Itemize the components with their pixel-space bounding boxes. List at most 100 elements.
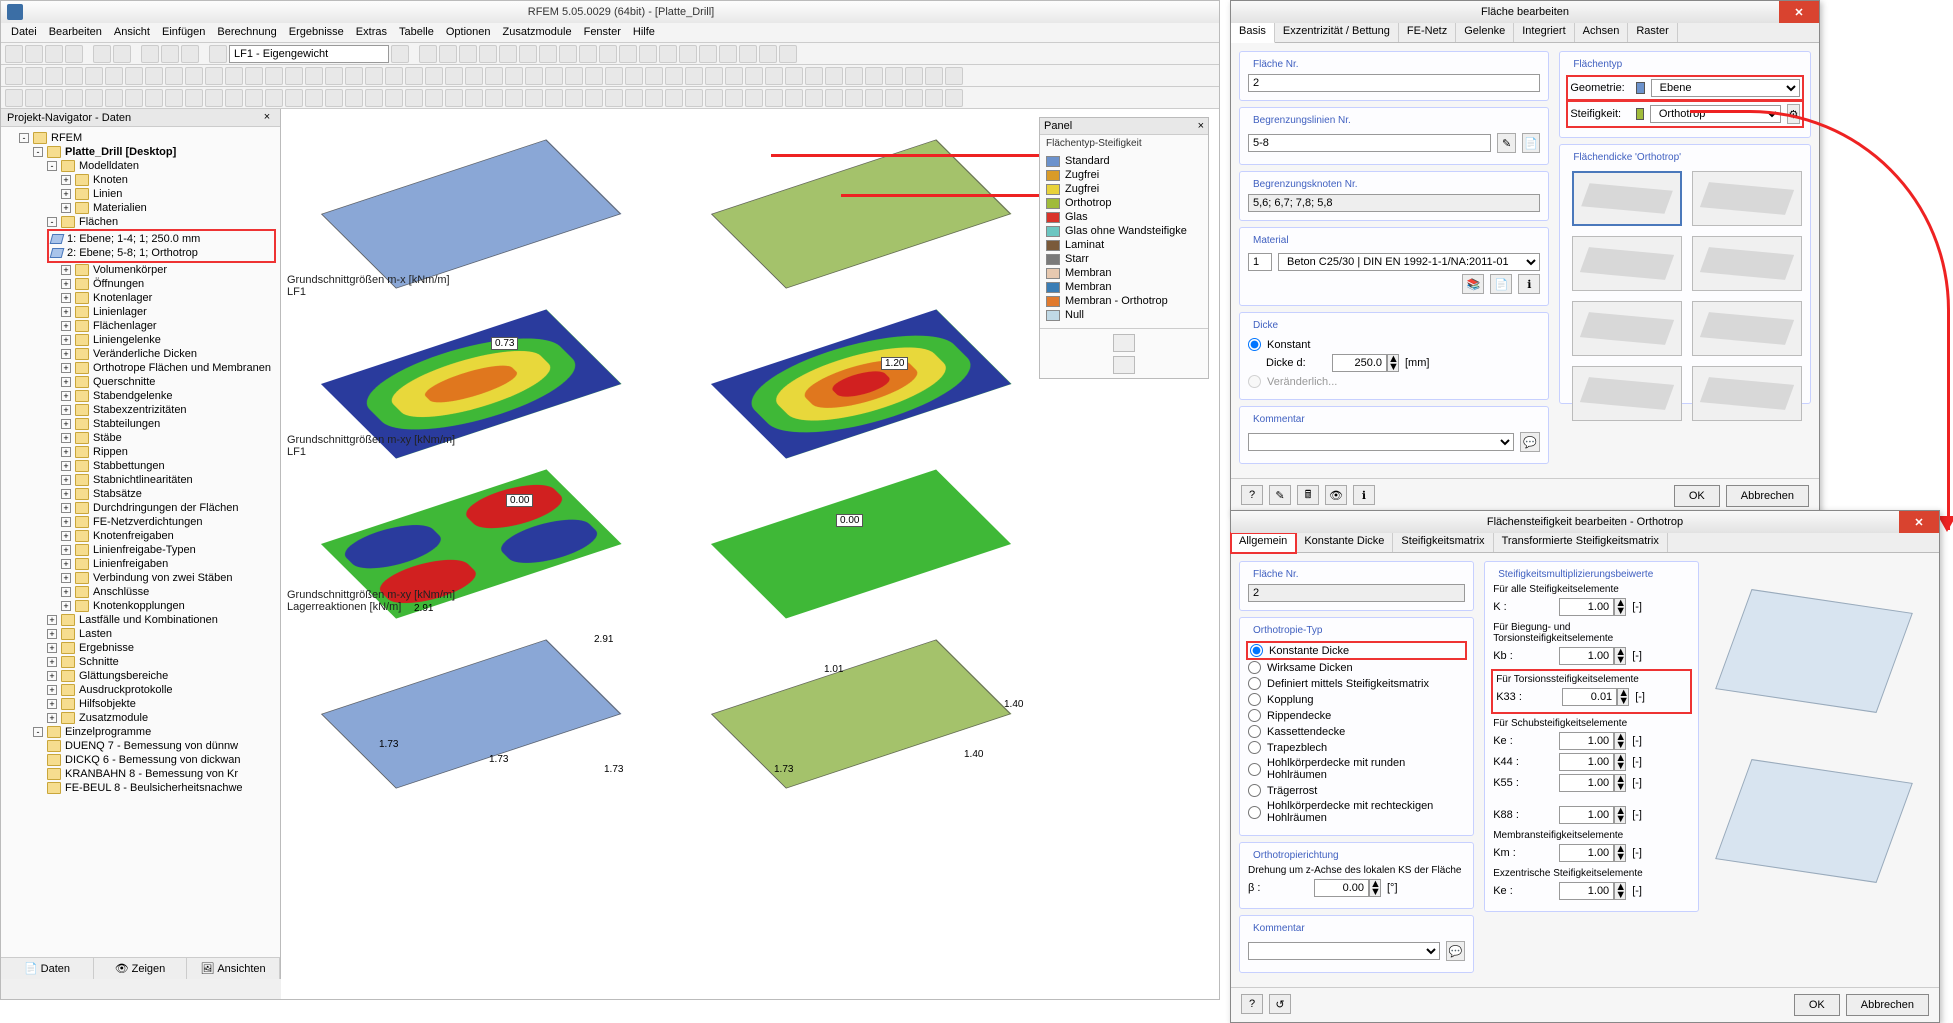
tree-item[interactable]: +Durchdringungen der Flächen (61, 501, 276, 515)
navigator-tree[interactable]: -RFEM -Platte_Drill [Desktop] -Modelldat… (1, 127, 280, 957)
tree-item[interactable]: +Knoten (61, 173, 276, 187)
tb-misc-icon[interactable] (439, 45, 457, 63)
dlg1-close-icon[interactable]: ✕ (1779, 1, 1819, 23)
tree-item[interactable]: FE-BEUL 8 - Beulsicherheitsnachwe (47, 781, 276, 795)
menu-ansicht[interactable]: Ansicht (110, 25, 154, 40)
tb-icon[interactable] (485, 89, 503, 107)
tree-item[interactable]: DUENQ 7 - Bemessung von dünnw (47, 739, 276, 753)
tree-item[interactable]: +Knotenlager (61, 291, 276, 305)
tb-misc-icon[interactable] (779, 45, 797, 63)
tb-icon[interactable] (745, 67, 763, 85)
legend-btn-1-icon[interactable] (1113, 334, 1135, 352)
tree-item[interactable]: +Lasten (47, 627, 276, 641)
tb-icon[interactable] (765, 67, 783, 85)
tb-icon[interactable] (5, 67, 23, 85)
dlg2-cancel-button[interactable]: Abbrechen (1846, 994, 1929, 1016)
tb-misc-icon[interactable] (419, 45, 437, 63)
dlg2-k88-input[interactable] (1559, 806, 1614, 824)
tb-icon[interactable] (885, 89, 903, 107)
tb-zoom-icon[interactable] (141, 45, 159, 63)
tb-icon[interactable] (905, 89, 923, 107)
tree-item[interactable]: +Linien (61, 187, 276, 201)
tree-item[interactable]: DICKQ 6 - Bemessung von dickwan (47, 753, 276, 767)
dlg2-orthotype-radio[interactable] (1248, 806, 1261, 819)
dlg2-kommentar-select[interactable] (1248, 942, 1440, 960)
tb-icon[interactable] (125, 89, 143, 107)
tb-save-icon[interactable] (45, 45, 63, 63)
tb-icon[interactable] (265, 67, 283, 85)
tb-icon[interactable] (525, 89, 543, 107)
dlg1-lines-pick-icon[interactable]: ✎ (1497, 133, 1516, 153)
tb-icon[interactable] (465, 89, 483, 107)
dlg2-help-icon[interactable]: ? (1241, 994, 1263, 1014)
tb-icon[interactable] (785, 89, 803, 107)
menu-datei[interactable]: Datei (7, 25, 41, 40)
tree-item[interactable]: +Linienlager (61, 305, 276, 319)
dlg2-tab-transf[interactable]: Transformierte Steifigkeitsmatrix (1494, 533, 1668, 552)
tb-misc-icon[interactable] (579, 45, 597, 63)
tile-option[interactable] (1692, 236, 1802, 291)
dlg2-k-input[interactable] (1559, 598, 1614, 616)
dlg2-orthotype-radio[interactable] (1250, 644, 1263, 657)
dlg2-default-icon[interactable]: ↺ (1269, 994, 1291, 1014)
tb-misc-icon[interactable] (659, 45, 677, 63)
tb-icon[interactable] (505, 67, 523, 85)
tb-misc-icon[interactable] (699, 45, 717, 63)
dlg2-k55-input[interactable] (1559, 774, 1614, 792)
work-area[interactable]: Grundschnittgrößen m-x [kNm/m] LF1 0.73 … (281, 109, 1219, 999)
tb-icon[interactable] (345, 89, 363, 107)
dlg1-tab-achsen[interactable]: Achsen (1575, 23, 1629, 42)
dlg1-geom-select[interactable]: Ebene (1651, 79, 1800, 97)
tb-icon[interactable] (505, 89, 523, 107)
tb-misc-icon[interactable] (639, 45, 657, 63)
tb-icon[interactable] (785, 67, 803, 85)
dlg1-kommentar-btn-icon[interactable]: 💬 (1520, 432, 1540, 452)
tb-icon[interactable] (105, 67, 123, 85)
tb-misc-icon[interactable] (499, 45, 517, 63)
tb-icon[interactable] (865, 67, 883, 85)
loadcase-combo[interactable]: LF1 - Eigengewicht (229, 45, 389, 63)
dlg2-kez-input[interactable] (1559, 882, 1614, 900)
tb-icon[interactable] (25, 89, 43, 107)
tb-icon[interactable] (405, 89, 423, 107)
dlg1-mat-info-icon[interactable]: ℹ (1518, 274, 1540, 294)
nav-tab-ansichten[interactable]: 🖼 Ansichten (187, 958, 280, 979)
dlg2-k44-input[interactable] (1559, 753, 1614, 771)
dlg2-ok-button[interactable]: OK (1794, 994, 1840, 1016)
tree-surface-1[interactable]: 1: Ebene; 1-4; 1; 250.0 mm (51, 232, 272, 246)
dlg2-orthotype-radio[interactable] (1248, 661, 1261, 674)
tb-icon[interactable] (65, 89, 83, 107)
dlg1-tab-basis[interactable]: Basis (1231, 23, 1275, 43)
dlg1-lines-new-icon[interactable]: 📄 (1522, 133, 1541, 153)
tb-icon[interactable] (945, 89, 963, 107)
dlg2-close-icon[interactable]: ✕ (1899, 511, 1939, 533)
nav-tab-daten[interactable]: 📄 Daten (1, 958, 94, 979)
tb-misc-icon[interactable] (519, 45, 537, 63)
menu-zusatzmodule[interactable]: Zusatzmodule (499, 25, 576, 40)
tb-icon[interactable] (65, 67, 83, 85)
dlg2-orthotype-radio[interactable] (1248, 784, 1261, 797)
tb-icon[interactable] (25, 67, 43, 85)
navigator-tabs[interactable]: 📄 Daten 👁 Zeigen 🖼 Ansichten (1, 957, 280, 979)
tree-item[interactable]: +Zusatzmodule (47, 711, 276, 725)
tb-icon[interactable] (845, 89, 863, 107)
dlg2-tab-matrix[interactable]: Steifigkeitsmatrix (1393, 533, 1493, 552)
tb-icon[interactable] (145, 67, 163, 85)
dlg2-orthotype-radio[interactable] (1248, 725, 1261, 738)
tree-item[interactable]: +Ausdruckprotokolle (47, 683, 276, 697)
tb-icon[interactable] (585, 67, 603, 85)
dlg2-ke-input[interactable] (1559, 732, 1614, 750)
navigator-close-icon[interactable]: × (260, 111, 274, 125)
dlg1-cancel-button[interactable]: Abbrechen (1726, 485, 1809, 507)
tree-item[interactable]: +Ergebnisse (47, 641, 276, 655)
tree-item[interactable]: +Querschnitte (61, 375, 276, 389)
tb-icon[interactable] (625, 67, 643, 85)
tree-item[interactable]: +Stabbettungen (61, 459, 276, 473)
dlg2-k33-input[interactable] (1562, 688, 1617, 706)
tb-icon[interactable] (305, 89, 323, 107)
dlg2-km-input[interactable] (1559, 844, 1614, 862)
tb-icon[interactable] (645, 89, 663, 107)
tree-item[interactable]: +Stabexzentrizitäten (61, 403, 276, 417)
menu-ergebnisse[interactable]: Ergebnisse (285, 25, 348, 40)
tb-icon[interactable] (145, 89, 163, 107)
